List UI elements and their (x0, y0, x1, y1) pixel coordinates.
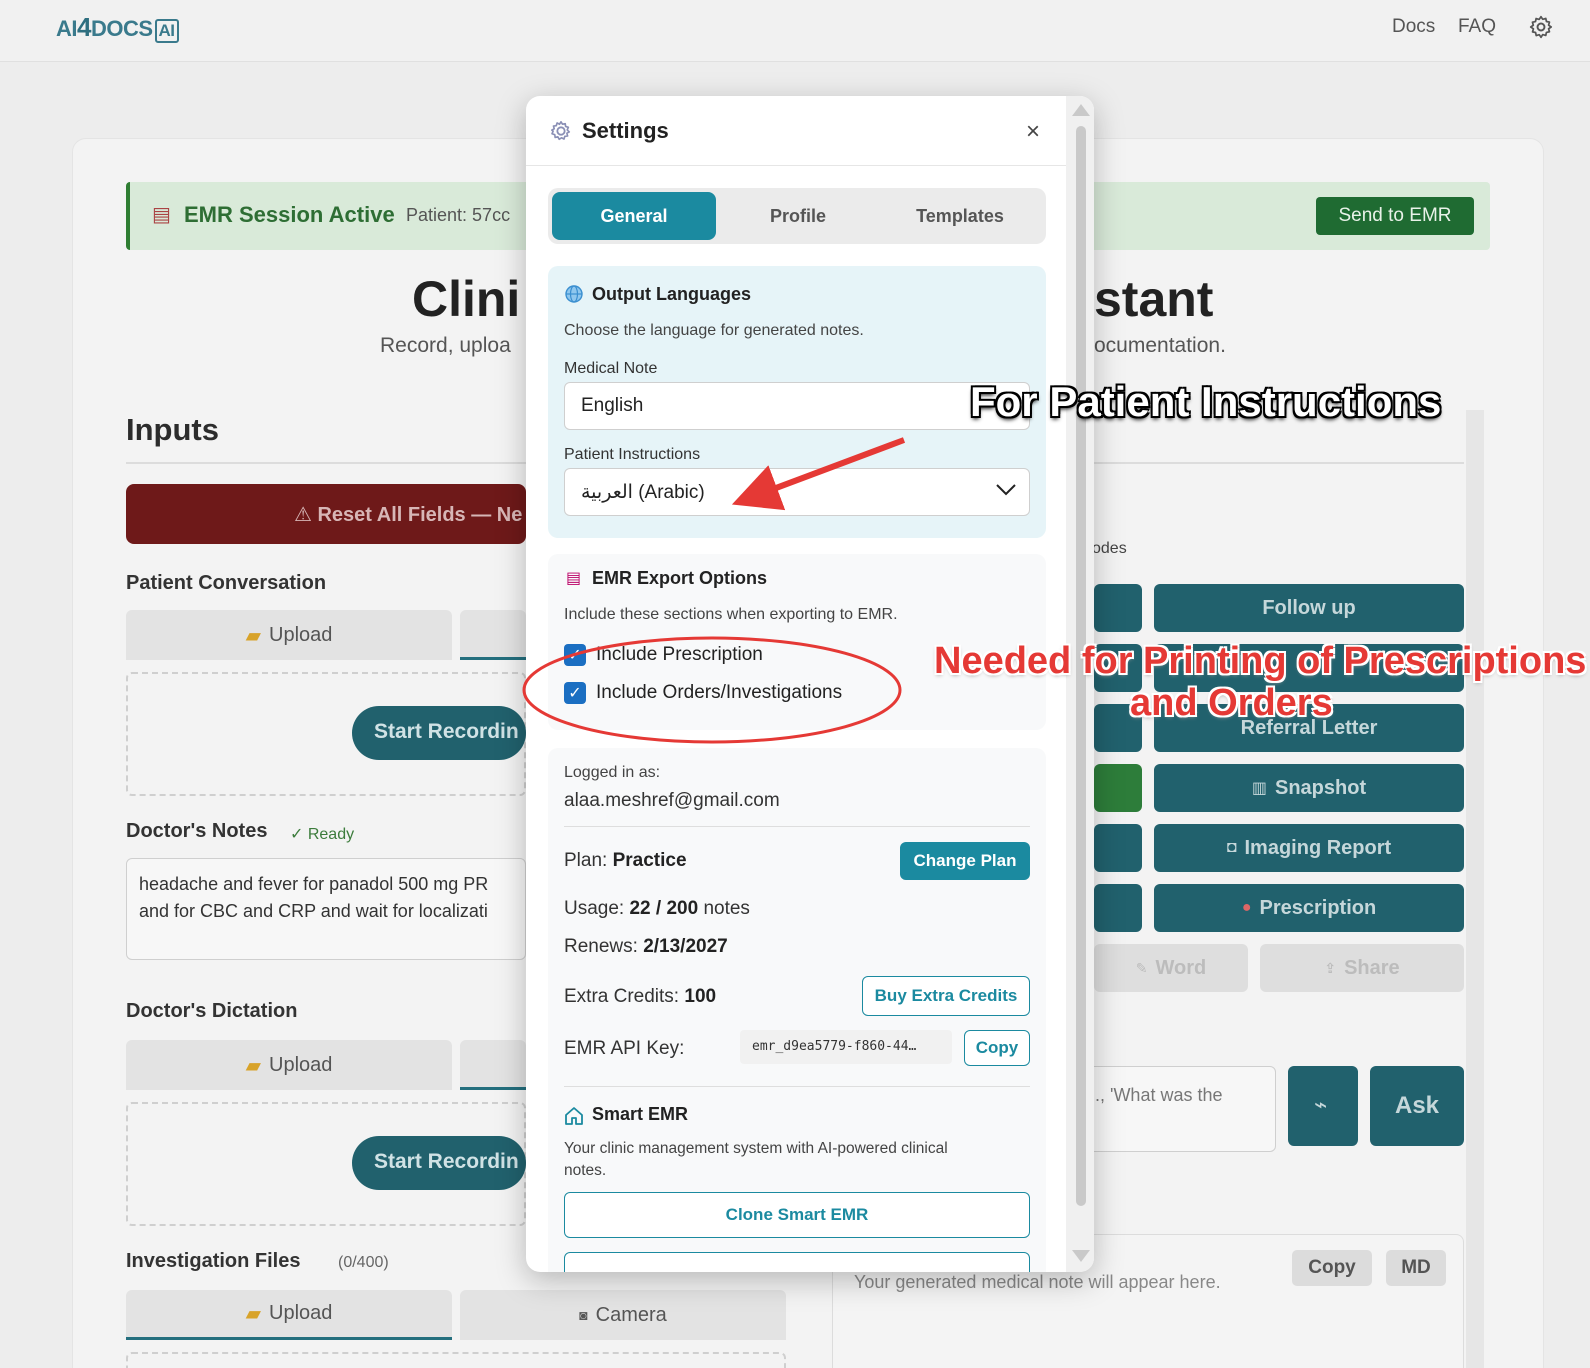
change-plan-button[interactable]: Change Plan (900, 842, 1030, 880)
settings-header: Settings × (526, 96, 1066, 166)
logged-in-label: Logged in as: (564, 764, 661, 781)
extra-credits-label: Extra Credits: (564, 986, 680, 1007)
medical-note-language-value: English (581, 395, 644, 416)
usage-value: 22 / 200 (629, 898, 699, 919)
account-email: alaa.meshref@gmail.com (564, 790, 780, 811)
medical-note-language-select[interactable]: English (564, 382, 1030, 430)
smart-emr-heading: Smart EMR (592, 1104, 689, 1124)
renews-label: Renews: (564, 936, 638, 957)
settings-tabs: General Profile Templates (548, 188, 1046, 244)
usage-label: Usage: (564, 898, 625, 919)
extra-credits-value: 100 (684, 986, 717, 1007)
plan-label: Plan: (564, 850, 608, 871)
emr-api-key-value: emr_d9ea5779-f860-44… (740, 1030, 952, 1064)
include-orders-label[interactable]: Include Orders/Investigations (596, 682, 842, 704)
annotation-printing-line2: and Orders (1130, 682, 1333, 724)
patient-instructions-label: Patient Instructions (564, 446, 701, 463)
settings-modal: Settings × General Profile Templates Out… (526, 96, 1094, 1272)
scroll-up-arrow[interactable] (1072, 104, 1090, 116)
usage-row: Usage: 22 / 200 notes (564, 898, 750, 920)
usage-unit: notes (703, 898, 750, 919)
tab-templates[interactable]: Templates (878, 192, 1042, 240)
plan-value: Practice (612, 850, 687, 871)
smart-emr-description-line1: Your clinic management system with AI-po… (564, 1140, 948, 1157)
settings-gear-icon (551, 121, 571, 141)
tab-general[interactable]: General (552, 192, 716, 240)
annotation-printing-line1: Needed for Printing of Prescriptions (934, 640, 1587, 682)
scroll-down-arrow[interactable] (1072, 1250, 1090, 1262)
renews-value: 2/13/2027 (643, 936, 728, 957)
patient-instructions-language-value: العربية (Arabic) (581, 482, 705, 503)
clone-smart-emr-button[interactable]: Clone Smart EMR (564, 1192, 1030, 1238)
buy-extra-credits-button[interactable]: Buy Extra Credits (862, 976, 1030, 1016)
include-prescription-checkbox[interactable]: ✓ (564, 644, 586, 666)
plan-row: Plan: Practice (564, 850, 687, 872)
globe-icon (565, 285, 583, 303)
home-icon (565, 1107, 583, 1125)
output-languages-heading: Output Languages (592, 284, 751, 304)
annotation-patient-instructions: For Patient Instructions (970, 378, 1442, 425)
clipboard-icon: ▤ (566, 570, 582, 587)
divider (564, 826, 1030, 827)
close-icon[interactable]: × (1026, 118, 1040, 146)
patient-instructions-language-select[interactable]: العربية (Arabic) (564, 468, 1030, 516)
secondary-smart-emr-button[interactable] (564, 1252, 1030, 1272)
emr-export-description: Include these sections when exporting to… (564, 606, 898, 623)
emr-api-key-label: EMR API Key: (564, 1038, 685, 1059)
smart-emr-description-line2: notes. (564, 1162, 607, 1179)
divider (564, 1086, 1030, 1087)
include-orders-checkbox[interactable]: ✓ (564, 682, 586, 704)
include-prescription-label[interactable]: Include Prescription (596, 644, 763, 666)
copy-api-key-button[interactable]: Copy (964, 1030, 1030, 1066)
modal-scrollbar[interactable] (1066, 96, 1094, 1272)
chevron-down-icon (996, 484, 1016, 496)
output-languages-description: Choose the language for generated notes. (564, 322, 864, 339)
settings-title: Settings (582, 118, 669, 143)
renews-row: Renews: 2/13/2027 (564, 936, 728, 958)
emr-export-heading: EMR Export Options (592, 568, 767, 588)
extra-credits-row: Extra Credits: 100 (564, 986, 716, 1008)
medical-note-label: Medical Note (564, 360, 658, 377)
tab-profile[interactable]: Profile (716, 192, 880, 240)
